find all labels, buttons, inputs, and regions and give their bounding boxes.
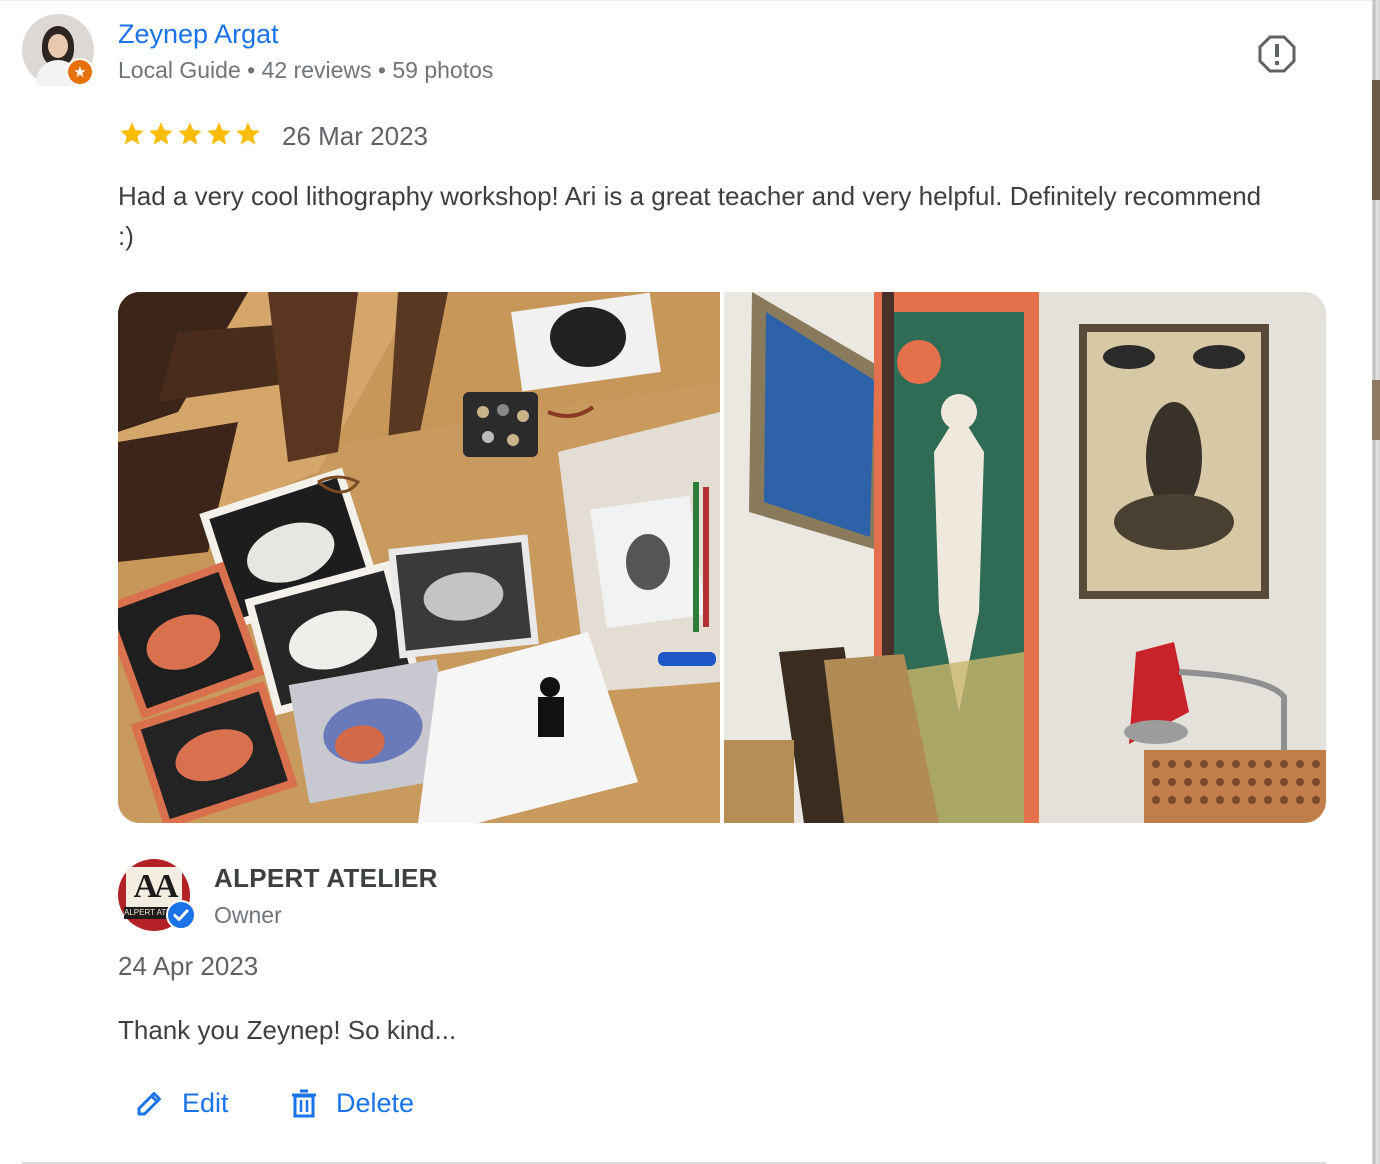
top-divider [0, 0, 1372, 1]
trash-icon [292, 1089, 316, 1118]
reply-text: Thank you Zeynep! So kind... [118, 1015, 457, 1045]
star-icon [236, 122, 260, 145]
review-photos [118, 292, 1326, 823]
star-rating [118, 119, 262, 149]
pencil-icon [137, 1092, 161, 1116]
edit-label: Edit [182, 1087, 229, 1118]
avatar-face [48, 34, 68, 58]
workshop-table-image [118, 292, 720, 823]
delete-label: Delete [336, 1087, 415, 1118]
star-icon [120, 122, 144, 145]
reviewer-meta: Local Guide • 42 reviews • 59 photos [118, 57, 494, 83]
review-photo-studio-wall[interactable] [724, 292, 1326, 823]
studio-wall-image [724, 292, 1326, 823]
edge-image-block [1372, 380, 1380, 440]
star-icon [178, 122, 202, 145]
delete-button[interactable]: Delete [288, 1081, 414, 1125]
verified-badge-icon [166, 900, 196, 930]
owner-name: ALPERT ATELIER [214, 863, 438, 893]
edit-button[interactable]: Edit [134, 1081, 229, 1125]
review-text: Had a very cool lithography workshop! Ar… [118, 181, 1262, 251]
local-guide-star-icon: ★ [66, 58, 94, 86]
owner-role: Owner [214, 902, 282, 928]
review-card: ★ Zeynep Argat Local Guide • 42 reviews … [0, 0, 1380, 1164]
star-icon [207, 122, 231, 145]
review-photo-workshop-table[interactable] [118, 292, 720, 823]
review-date: 26 Mar 2023 [282, 121, 428, 151]
star-icon [149, 122, 173, 145]
report-icon[interactable] [1258, 35, 1296, 73]
reviewer-name-link[interactable]: Zeynep Argat [118, 17, 279, 51]
edge-image-block [1372, 80, 1380, 200]
adjacent-pane-edge [1372, 0, 1380, 1164]
reply-date: 24 Apr 2023 [118, 951, 259, 981]
